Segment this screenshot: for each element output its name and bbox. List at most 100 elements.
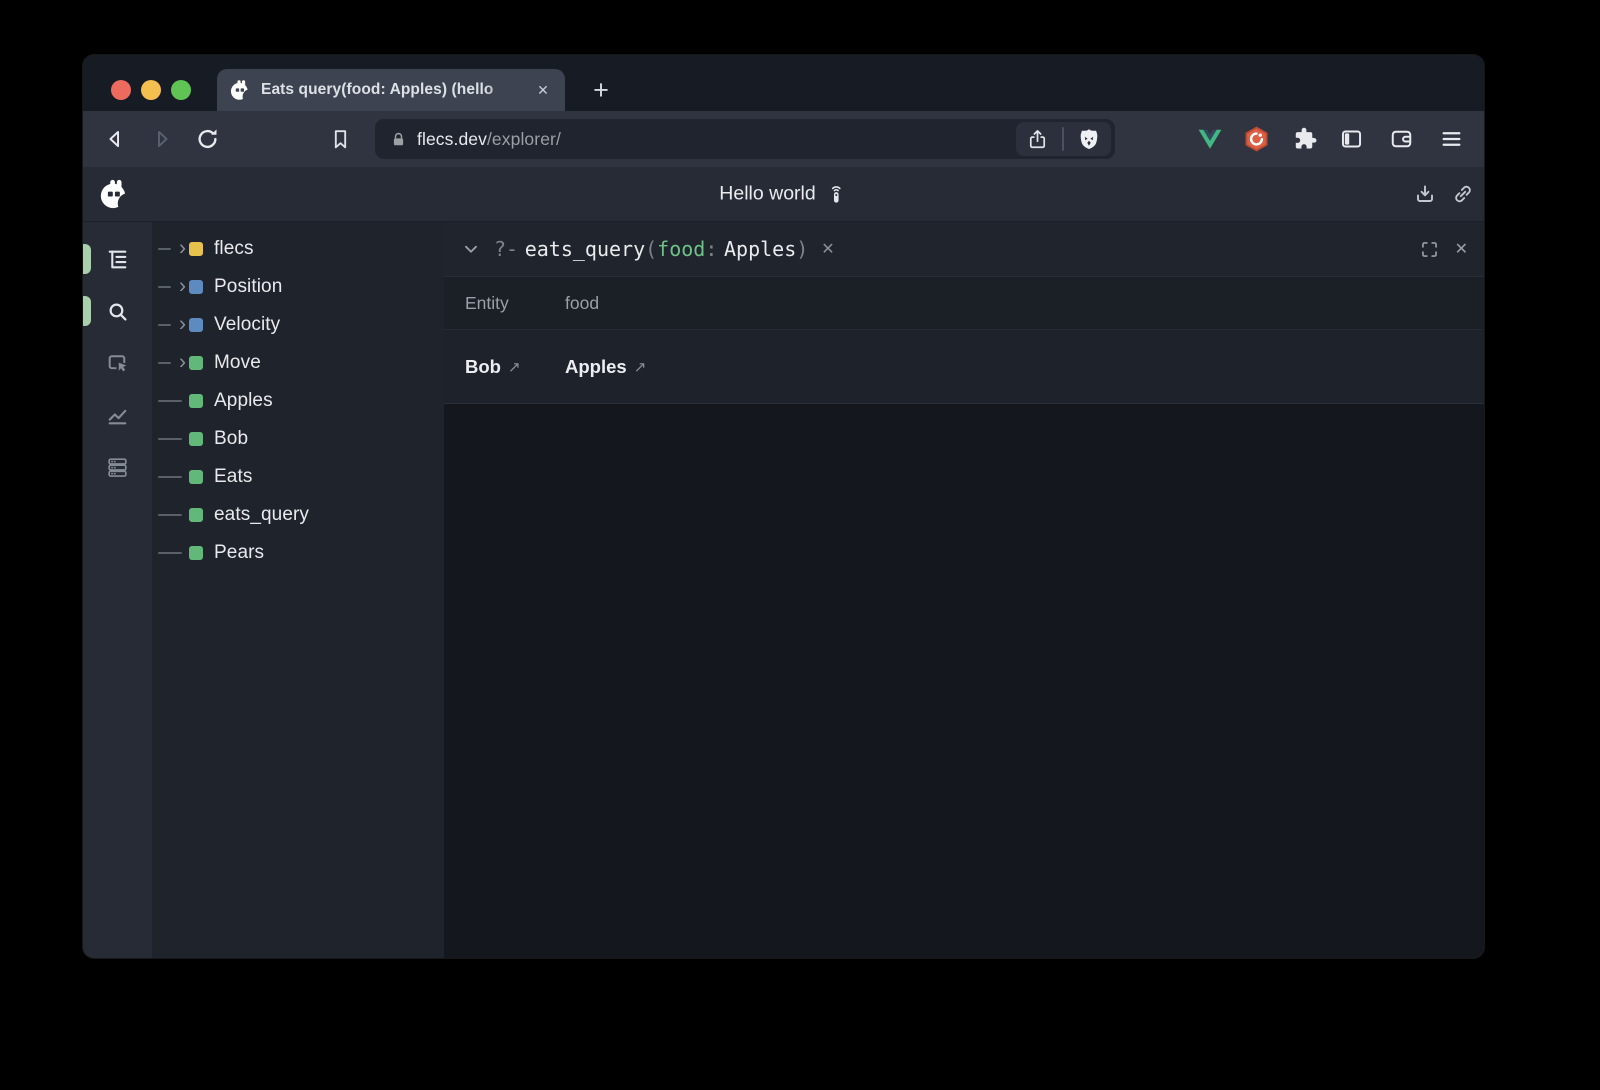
page-title: Hello world xyxy=(719,183,815,206)
sidebar-item-commands[interactable] xyxy=(83,441,152,493)
query-arg-name: food xyxy=(657,237,705,261)
search-icon xyxy=(105,299,130,324)
link-arrow-icon: ↗ xyxy=(634,359,647,376)
traffic-lights xyxy=(111,80,191,100)
tree-item-label: Position xyxy=(214,276,282,298)
chart-icon xyxy=(105,403,130,428)
sidebar-item-search[interactable] xyxy=(83,285,152,337)
column-header: Entity xyxy=(444,293,565,314)
page-title-group: Hello world xyxy=(719,183,847,206)
tree-item[interactable]: › Position xyxy=(152,268,444,306)
query-arg-value: Apples xyxy=(724,237,796,261)
sidebar-item-statistics[interactable] xyxy=(83,389,152,441)
lock-icon[interactable] xyxy=(389,130,408,149)
tree-connector: › xyxy=(158,496,183,534)
wallet-icon[interactable] xyxy=(1389,127,1414,152)
query-clear-icon[interactable]: ✕ xyxy=(821,239,834,259)
bookmark-icon[interactable] xyxy=(328,127,353,152)
vue-devtools-extension-icon[interactable] xyxy=(1196,126,1224,152)
tree-item-label: eats_query xyxy=(214,504,309,526)
tree-item-label: Velocity xyxy=(214,314,280,336)
entity-link[interactable]: Apples↗ xyxy=(565,356,1484,378)
column-header: food xyxy=(565,293,1484,314)
divider xyxy=(1062,127,1064,151)
entity-color-square xyxy=(189,280,203,294)
tree-item[interactable]: › Bob xyxy=(152,420,444,458)
reload-button[interactable] xyxy=(194,126,221,153)
entity-color-square xyxy=(189,242,203,256)
panel-close-icon[interactable]: ✕ xyxy=(1455,239,1468,259)
tab-close-icon[interactable]: ✕ xyxy=(533,80,553,100)
entity-color-square xyxy=(189,546,203,560)
entity-link[interactable]: Bob↗ xyxy=(444,356,565,378)
desktop-background: Eats query(food: Apples) (hello ✕ + xyxy=(0,0,1600,1090)
tree-connector: › xyxy=(158,268,183,306)
result-table-header: Entityfood xyxy=(444,277,1484,330)
chevron-down-icon[interactable] xyxy=(460,238,482,260)
entity-color-square xyxy=(189,432,203,446)
tree-connector: › xyxy=(158,420,183,458)
app-header: Hello world xyxy=(83,167,1484,222)
chevron-right-icon: › xyxy=(179,276,186,297)
extensions-puzzle-icon[interactable] xyxy=(1292,126,1318,152)
entity-color-square xyxy=(189,470,203,484)
new-tab-button[interactable]: + xyxy=(585,74,617,106)
sidebar-item-tree-view[interactable] xyxy=(83,233,152,285)
share-icon[interactable] xyxy=(1026,128,1049,151)
hexagon-extension-icon[interactable] xyxy=(1243,126,1270,153)
tree-connector: › xyxy=(158,344,183,382)
entity-color-square xyxy=(189,318,203,332)
tree-item[interactable]: › Move xyxy=(152,344,444,382)
tree-item[interactable]: › Velocity xyxy=(152,306,444,344)
tree-item[interactable]: › Pears xyxy=(152,534,444,572)
empty-canvas xyxy=(444,404,1484,958)
tree-item-label: Pears xyxy=(214,542,264,564)
rows-icon xyxy=(105,455,130,480)
brave-shield-icon[interactable] xyxy=(1077,127,1101,151)
tree-item-label: Bob xyxy=(214,428,248,450)
query-name: eats_query xyxy=(525,237,645,261)
back-button[interactable] xyxy=(102,126,128,152)
sidebar-icon-strip xyxy=(83,222,152,958)
tree-item[interactable]: › Apples xyxy=(152,382,444,420)
url-text: flecs.dev/explorer/ xyxy=(417,129,561,150)
flecs-logo-icon xyxy=(98,178,130,210)
tree-view-icon xyxy=(105,247,130,272)
url-path: /explorer/ xyxy=(487,129,561,149)
url-domain: flecs.dev xyxy=(417,129,487,149)
download-icon[interactable] xyxy=(1412,181,1438,207)
active-indicator xyxy=(83,296,91,326)
sidebar-toggle-icon[interactable] xyxy=(1339,127,1364,152)
minimize-window-button[interactable] xyxy=(141,80,161,100)
fullscreen-icon[interactable] xyxy=(1419,239,1440,260)
entity-color-square xyxy=(189,508,203,522)
entity-tree: › flecs › Position › Velocity › Move › A… xyxy=(152,222,444,958)
address-bar[interactable]: flecs.dev/explorer/ xyxy=(375,119,1115,159)
permalink-icon[interactable] xyxy=(1450,181,1476,207)
tree-item[interactable]: › flecs xyxy=(152,230,444,268)
tree-item[interactable]: › Eats xyxy=(152,458,444,496)
tree-item-label: Apples xyxy=(214,390,273,412)
tree-item[interactable]: › eats_query xyxy=(152,496,444,534)
app-content: › flecs › Position › Velocity › Move › A… xyxy=(83,222,1484,958)
sidebar-item-inspect[interactable] xyxy=(83,337,152,389)
tree-connector: › xyxy=(158,534,183,572)
remote-connection-icon[interactable] xyxy=(825,183,848,206)
tree-connector: › xyxy=(158,230,183,268)
close-window-button[interactable] xyxy=(111,80,131,100)
zoom-window-button[interactable] xyxy=(171,80,191,100)
browser-toolbar: flecs.dev/explorer/ xyxy=(83,111,1484,167)
query-expression: ?-eats_query(food:Apples) xyxy=(494,237,808,261)
tab-strip: Eats query(food: Apples) (hello ✕ + xyxy=(83,55,1484,111)
entity-color-square xyxy=(189,356,203,370)
menu-hamburger-icon[interactable] xyxy=(1439,127,1464,152)
query-panel-actions: ✕ xyxy=(1419,239,1468,260)
query-bar: ?-eats_query(food:Apples) ✕ ✕ xyxy=(444,222,1484,277)
inspect-cursor-icon xyxy=(105,351,130,376)
address-bar-actions xyxy=(1016,122,1111,156)
browser-tab[interactable]: Eats query(food: Apples) (hello ✕ xyxy=(217,69,565,111)
tree-item-label: Move xyxy=(214,352,261,374)
tree-item-label: flecs xyxy=(214,238,254,260)
active-indicator xyxy=(83,244,91,274)
forward-button[interactable] xyxy=(149,126,175,152)
